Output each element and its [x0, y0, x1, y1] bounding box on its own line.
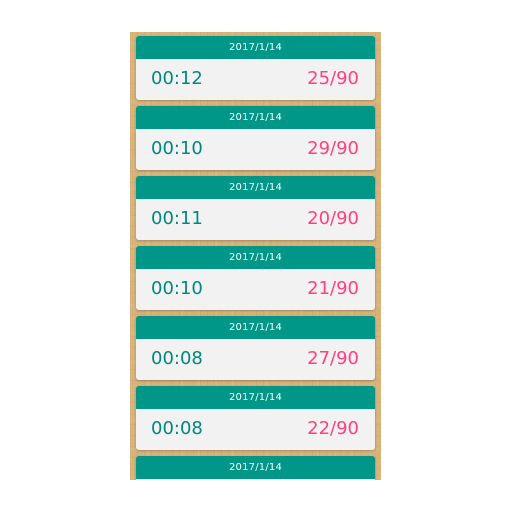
record-card[interactable]: 2017/1/14 00:10 29/90	[136, 106, 375, 170]
record-body: 00:12 25/90	[136, 59, 375, 100]
record-time: 00:08	[151, 348, 203, 369]
record-body: 00:08 22/90	[136, 409, 375, 450]
record-date: 2017/1/14	[136, 106, 375, 129]
record-time: 00:11	[151, 208, 203, 229]
record-score: 21/90	[307, 278, 359, 299]
record-date: 2017/1/14	[136, 36, 375, 59]
record-body: 00:10 21/90	[136, 269, 375, 310]
record-card[interactable]: 2017/1/14	[136, 456, 375, 480]
record-body: 00:11 20/90	[136, 199, 375, 240]
record-date: 2017/1/14	[136, 386, 375, 409]
record-date: 2017/1/14	[136, 456, 375, 479]
record-time: 00:08	[151, 418, 203, 439]
record-body: 00:10 29/90	[136, 129, 375, 170]
record-body	[136, 479, 375, 480]
record-score: 22/90	[307, 418, 359, 439]
record-date: 2017/1/14	[136, 176, 375, 199]
record-body: 00:08 27/90	[136, 339, 375, 380]
record-card[interactable]: 2017/1/14 00:11 20/90	[136, 176, 375, 240]
record-card[interactable]: 2017/1/14 00:12 25/90	[136, 36, 375, 100]
record-card[interactable]: 2017/1/14 00:08 27/90	[136, 316, 375, 380]
record-date: 2017/1/14	[136, 246, 375, 269]
record-score: 27/90	[307, 348, 359, 369]
record-time: 00:10	[151, 138, 203, 159]
records-list[interactable]: 2017/1/14 00:12 25/90 2017/1/14 00:10 29…	[130, 32, 381, 480]
record-score: 20/90	[307, 208, 359, 229]
record-card[interactable]: 2017/1/14 00:10 21/90	[136, 246, 375, 310]
record-date: 2017/1/14	[136, 316, 375, 339]
record-time: 00:12	[151, 68, 203, 89]
record-score: 25/90	[307, 68, 359, 89]
record-card[interactable]: 2017/1/14 00:08 22/90	[136, 386, 375, 450]
record-time: 00:10	[151, 278, 203, 299]
record-score: 29/90	[307, 138, 359, 159]
